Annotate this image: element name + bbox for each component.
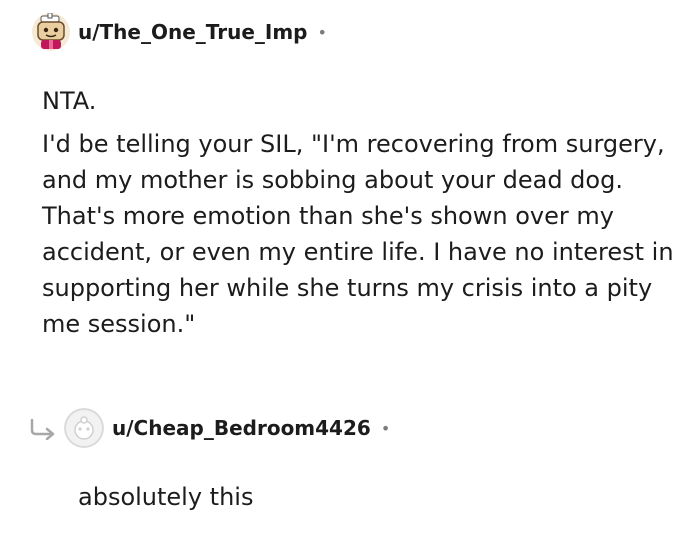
reply-header: u/Cheap_Bedroom4426 •: [28, 406, 390, 450]
comment-header: u/The_One_True_Imp •: [32, 12, 327, 52]
header-separator: •: [317, 22, 327, 42]
comment-paragraph-1: NTA.: [42, 87, 97, 115]
user-avatar[interactable]: [32, 13, 70, 51]
comment-username[interactable]: u/The_One_True_Imp: [78, 20, 308, 44]
comment-paragraph-2: I'd be telling your SIL, "I'm recovering…: [42, 130, 674, 338]
reply-body: absolutely this: [78, 483, 254, 511]
default-avatar-icon: [64, 408, 104, 448]
reply-username[interactable]: u/Cheap_Bedroom4426: [112, 416, 371, 440]
reply-arrow-icon: [30, 418, 55, 440]
snoo-avatar-icon: [32, 13, 70, 51]
reply-user-avatar[interactable]: [64, 408, 104, 448]
reply-header-separator: •: [380, 418, 391, 438]
